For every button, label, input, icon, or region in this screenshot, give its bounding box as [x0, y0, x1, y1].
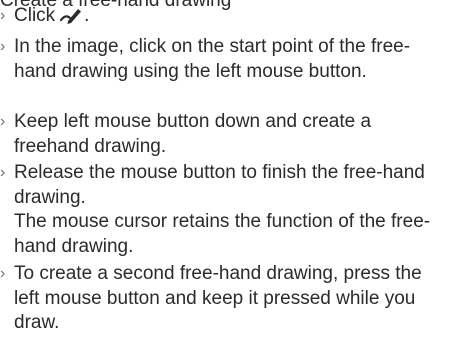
step-marker: › — [0, 38, 6, 55]
step-note: The mouse cursor retains the function of… — [14, 211, 431, 257]
step-text: To create a second free-hand drawing, pr… — [14, 263, 422, 333]
step-text: Release the mouse button to finish the f… — [14, 162, 425, 208]
step-marker: › — [0, 265, 6, 282]
step-click-start-point: › In the image, click on the start point… — [0, 35, 440, 84]
step-click-tool: › Click . — [0, 4, 440, 29]
step-marker: › — [0, 7, 6, 24]
instruction-page: Create a free-hand drawing › Click . › I… — [0, 0, 449, 347]
step-marker: › — [0, 164, 6, 181]
step-marker: › — [0, 113, 6, 130]
step-release-mouse: › Release the mouse button to finish the… — [0, 161, 440, 259]
step-text: Click . — [14, 5, 90, 26]
step-text: Keep left mouse button down and create a… — [14, 111, 372, 157]
step-text: In the image, click on the start point o… — [14, 36, 411, 82]
step-drag-drawing: › Keep left mouse button down and create… — [0, 110, 440, 159]
freehand-pen-icon — [60, 7, 83, 24]
step-second-drawing: › To create a second free-hand drawing, … — [0, 262, 440, 336]
